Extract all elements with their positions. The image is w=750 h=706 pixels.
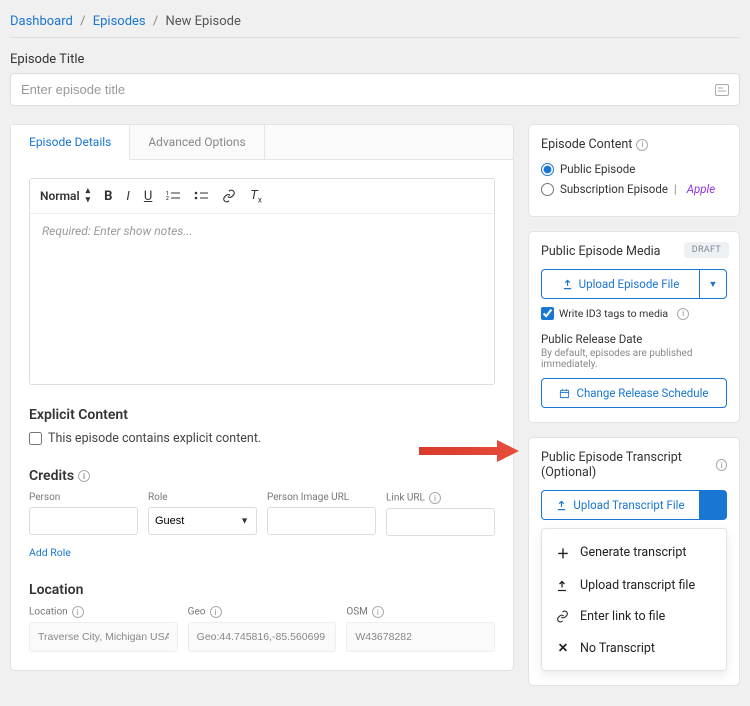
geo-label: Geoi [188, 606, 337, 618]
info-icon: i [72, 606, 84, 618]
plus-icon: ＋ [556, 543, 570, 562]
upload-icon [556, 580, 570, 592]
breadcrumb-current: New Episode [165, 14, 240, 29]
id3-checkbox[interactable] [541, 307, 554, 320]
explicit-label: This episode contains explicit content. [48, 431, 261, 446]
info-icon: i [636, 139, 648, 151]
editor-toolbar: Normal▴▾ B I U 12 Tx [30, 179, 494, 214]
location-heading: Location [29, 582, 495, 598]
breadcrumb-episodes[interactable]: Episodes [93, 14, 146, 29]
info-icon: i [429, 492, 441, 504]
link-url-label: Link URLi [386, 492, 495, 504]
transcript-heading: Public Episode Transcript (Optional)i [541, 450, 727, 480]
location-label: Locationi [29, 606, 178, 618]
info-icon: i [78, 470, 90, 482]
clear-format-icon[interactable]: Tx [250, 188, 262, 205]
public-episode-label: Public Episode [560, 162, 635, 176]
menu-upload-transcript[interactable]: Upload transcript file [542, 570, 726, 601]
arrow-icon [419, 438, 519, 464]
episode-title-label: Episode Title [10, 52, 740, 67]
credits-heading: Creditsi [29, 468, 495, 484]
upload-episode-dropdown[interactable]: ▼ [699, 269, 727, 299]
role-label: Role [148, 492, 257, 503]
release-date-desc: By default, episodes are published immed… [541, 348, 727, 370]
add-role-link[interactable]: Add Role [29, 546, 71, 559]
subscription-episode-label: Subscription Episode [560, 182, 668, 196]
editor-style-select[interactable]: Normal▴▾ [40, 187, 90, 205]
upload-transcript-button[interactable]: Upload Transcript File [541, 490, 699, 520]
release-date-heading: Public Release Date [541, 332, 727, 346]
explicit-checkbox[interactable] [29, 432, 42, 445]
tab-episode-details[interactable]: Episode Details [11, 125, 130, 160]
close-icon: ✕ [556, 640, 570, 656]
upload-icon [562, 279, 573, 290]
info-icon: i [210, 606, 222, 618]
episode-title-input[interactable] [21, 82, 715, 97]
breadcrumb: Dashboard / Episodes / New Episode [10, 10, 740, 38]
svg-text:2: 2 [166, 196, 169, 202]
episode-content-heading: Episode Contenti [541, 137, 727, 152]
explicit-heading: Explicit Content [29, 407, 495, 423]
calendar-icon [559, 388, 570, 399]
osm-input[interactable] [346, 622, 495, 652]
geo-input[interactable] [188, 622, 337, 652]
info-icon: i [372, 606, 384, 618]
card-icon [715, 84, 729, 96]
public-episode-radio[interactable] [541, 163, 554, 176]
unordered-list-icon[interactable] [194, 190, 208, 202]
underline-icon[interactable]: U [144, 189, 152, 204]
upload-icon [556, 500, 567, 511]
person-image-label: Person Image URL [267, 492, 376, 503]
menu-enter-link[interactable]: Enter link to file [542, 601, 726, 632]
link-url-input[interactable] [386, 508, 495, 536]
menu-generate-transcript[interactable]: ＋Generate transcript [542, 535, 726, 570]
person-input[interactable] [29, 507, 138, 535]
info-icon: i [716, 459, 727, 471]
menu-no-transcript[interactable]: ✕No Transcript [542, 632, 726, 664]
italic-icon[interactable]: I [126, 189, 129, 204]
location-input[interactable] [29, 622, 178, 652]
role-select[interactable] [148, 507, 257, 535]
osm-label: OSMi [346, 606, 495, 618]
upload-episode-button[interactable]: Upload Episode File [541, 269, 699, 299]
id3-label: Write ID3 tags to media [559, 307, 668, 320]
draft-badge: DRAFT [684, 242, 729, 258]
ordered-list-icon[interactable]: 12 [166, 190, 180, 202]
person-image-input[interactable] [267, 507, 376, 535]
info-icon: i [677, 308, 689, 320]
link-icon[interactable] [222, 189, 236, 203]
person-label: Person [29, 492, 138, 503]
upload-transcript-dropdown[interactable] [699, 490, 727, 520]
change-schedule-button[interactable]: Change Release Schedule [541, 378, 727, 408]
transcript-menu: ＋Generate transcript Upload transcript f… [541, 528, 727, 671]
breadcrumb-dashboard[interactable]: Dashboard [10, 14, 73, 29]
chevron-down-icon: ▼ [709, 279, 718, 290]
link-icon [556, 610, 570, 623]
subscription-episode-radio[interactable] [541, 183, 554, 196]
show-notes-editor[interactable]: Required: Enter show notes... [30, 214, 494, 384]
tab-advanced-options[interactable]: Advanced Options [130, 125, 264, 159]
bold-icon[interactable]: B [104, 189, 112, 204]
apple-label: Apple [687, 182, 715, 196]
